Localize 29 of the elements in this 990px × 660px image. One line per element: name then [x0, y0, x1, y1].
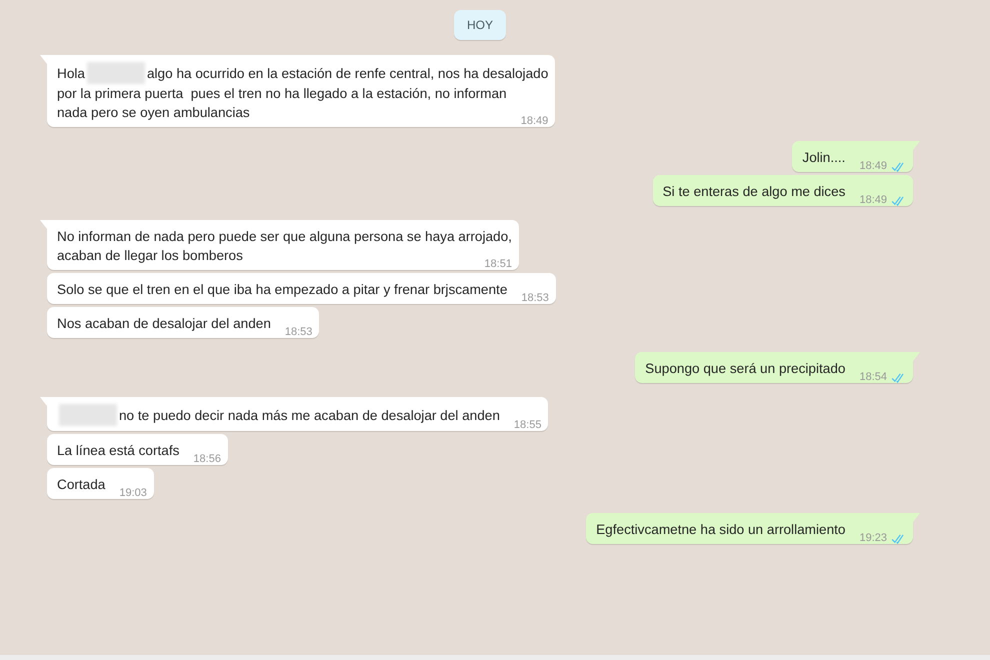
message-time: 18:53: [521, 291, 549, 306]
message-text: Nos acaban de desalojar del anden: [57, 316, 271, 331]
message-text: por la primera puerta pues el tren no ha llegado a la estación, no informan: [57, 86, 507, 101]
message-text: algo ha ocurrido en la estación de renfe central, nos ha desalojado: [146, 66, 548, 81]
message-text: No informan de nada pero puede ser que alguna persona se haya arrojado,: [57, 229, 512, 244]
message-text: nada pero se oyen ambulancias: [57, 105, 250, 120]
message-text: Egfectivcametne ha sido un arrollamiento: [596, 522, 846, 537]
message-text: La línea está cortafs: [57, 443, 180, 458]
redaction-blur: [86, 62, 145, 84]
message-time: 18:56: [193, 452, 221, 467]
message-text: Hola: [57, 66, 85, 81]
message-text: Solo se que el tren en el que iba ha empezado a pitar y frenar brjscamente: [57, 282, 508, 297]
message-text: Cortada: [57, 477, 106, 492]
message-time: 18:49: [859, 159, 887, 174]
message-text: Si te enteras de algo me dices: [662, 184, 846, 199]
message-text: Supongo que será un precipitado: [645, 361, 846, 376]
message-time: 18:55: [514, 418, 542, 433]
message-time: 18:53: [284, 325, 312, 340]
message-time: 19:03: [119, 486, 147, 501]
message-text: Jolin....: [802, 150, 846, 165]
message-text: no te puedo decir nada más me acaban de desalojar del anden: [119, 408, 500, 423]
message-time: 18:49: [520, 114, 548, 129]
message-text: acaban de llegar los bomberos: [57, 248, 243, 263]
message-time: 18:51: [484, 257, 512, 272]
date-chip: HOY: [454, 10, 506, 40]
redaction-blur: [59, 404, 117, 426]
message-time: 18:54: [859, 370, 887, 385]
message-time: 19:23: [859, 531, 887, 546]
message-time: 18:49: [859, 193, 887, 208]
